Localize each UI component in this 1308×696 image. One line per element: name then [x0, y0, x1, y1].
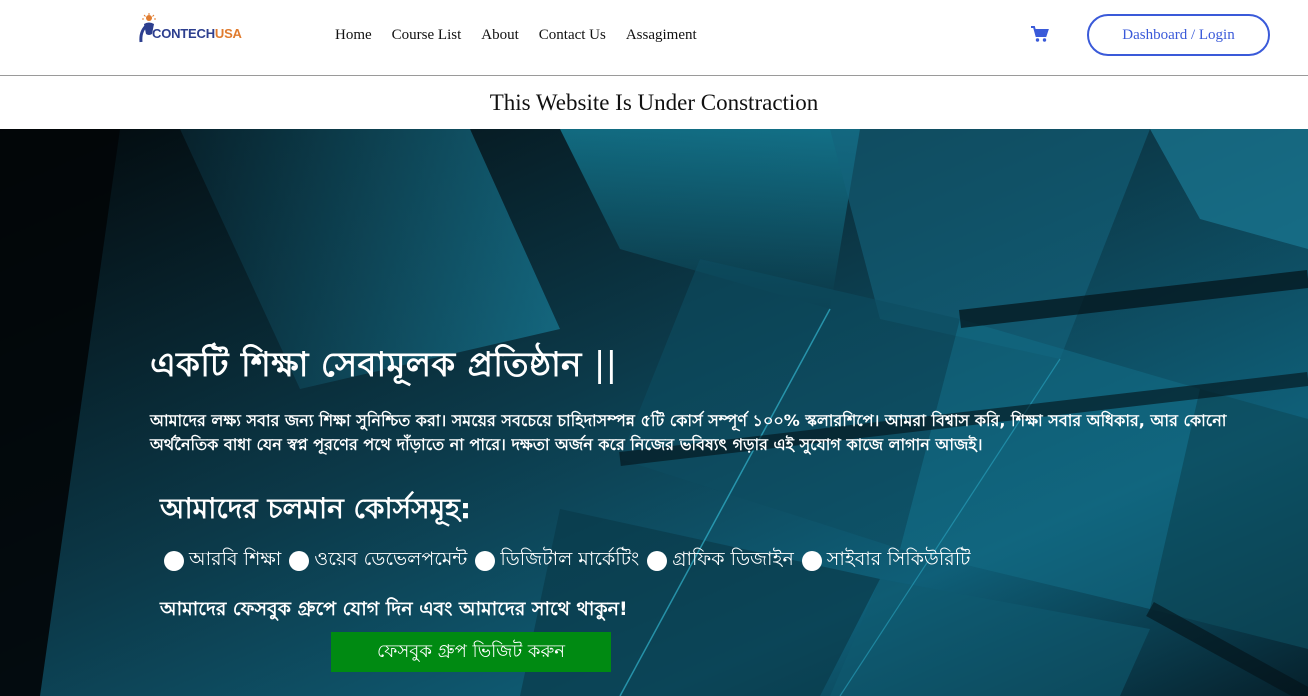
logo-text-primary: CONTECH: [152, 26, 215, 41]
hero-section: একটি শিক্ষা সেবামূলক প্রতিষ্ঠান || আমাদে…: [0, 129, 1308, 696]
main-nav: Home Course List About Contact Us Assagi…: [335, 25, 717, 45]
course-item-arabic: আরবি শিক্ষা: [164, 545, 281, 577]
dashboard-login-button[interactable]: Dashboard / Login: [1087, 14, 1270, 56]
course-item-cyber-security: সাইবার সিকিউরিটি: [801, 545, 971, 577]
construction-notice-text: This Website Is Under Constraction: [489, 89, 819, 115]
hero-title: একটি শিক্ষা সেবামূলক প্রতিষ্ঠান ||: [150, 339, 617, 396]
facebook-invite-text: আমাদের ফেসবুক গ্রুপে যোগ দিন এবং আমাদের …: [160, 598, 628, 620]
hero-description: আমাদের লক্ষ্য সবার জন্য শিক্ষা সুনিশ্চিত…: [150, 411, 1227, 454]
course-label: আরবি শিক্ষা: [189, 548, 282, 570]
bullet-circle-icon: [164, 551, 184, 571]
nav-about[interactable]: About: [481, 25, 519, 45]
construction-notice: This Website Is Under Constraction: [0, 76, 1308, 129]
courses-title: আমাদের চলমান কোর্সসমূহ:: [160, 492, 472, 525]
nav-course-list[interactable]: Course List: [392, 25, 462, 45]
bullet-circle-icon: [289, 551, 310, 571]
hero-title-text: একটি শিক্ষা সেবামূলক প্রতিষ্ঠান: [150, 345, 582, 385]
facebook-group-button[interactable]: ফেসবুক গ্রুপ ভিজিট করুন: [331, 632, 611, 672]
course-list: আরবি শিক্ষা ওয়েব ডেভেলপমেন্ট ডিজিটাল মা…: [164, 545, 979, 577]
hero-title-suffix: ||: [593, 345, 618, 385]
course-label: ডিজিটাল মার্কেটিং: [500, 548, 640, 570]
course-label: সাইবার সিকিউরিটি: [826, 548, 971, 570]
course-label: ওয়েব ডেভেলপমেন্ট: [314, 548, 468, 570]
shopping-cart-icon: [1031, 26, 1049, 42]
bullet-circle-icon: [647, 551, 668, 571]
site-header: CONTECHUSA Home Course List About Contac…: [0, 0, 1308, 76]
course-item-graphic-design: গ্রাফিক ডিজাইন: [647, 545, 794, 577]
nav-contact-us[interactable]: Contact Us: [539, 25, 606, 45]
bullet-circle-icon: [475, 551, 496, 571]
nav-home[interactable]: Home: [335, 25, 372, 45]
logo-text-accent: USA: [214, 26, 242, 41]
logo-text: CONTECHUSA: [152, 26, 242, 41]
bullet-circle-icon: [801, 551, 822, 571]
course-label: গ্রাফিক ডিজাইন: [672, 548, 794, 570]
course-item-digital-marketing: ডিজিটাল মার্কেটিং: [475, 545, 639, 577]
nav-assignment[interactable]: Assagiment: [626, 25, 697, 45]
cart-button[interactable]: [1030, 25, 1050, 45]
course-item-web-development: ওয়েব ডেভেলপমেন্ট: [289, 545, 467, 577]
site-logo[interactable]: CONTECHUSA: [138, 12, 248, 48]
